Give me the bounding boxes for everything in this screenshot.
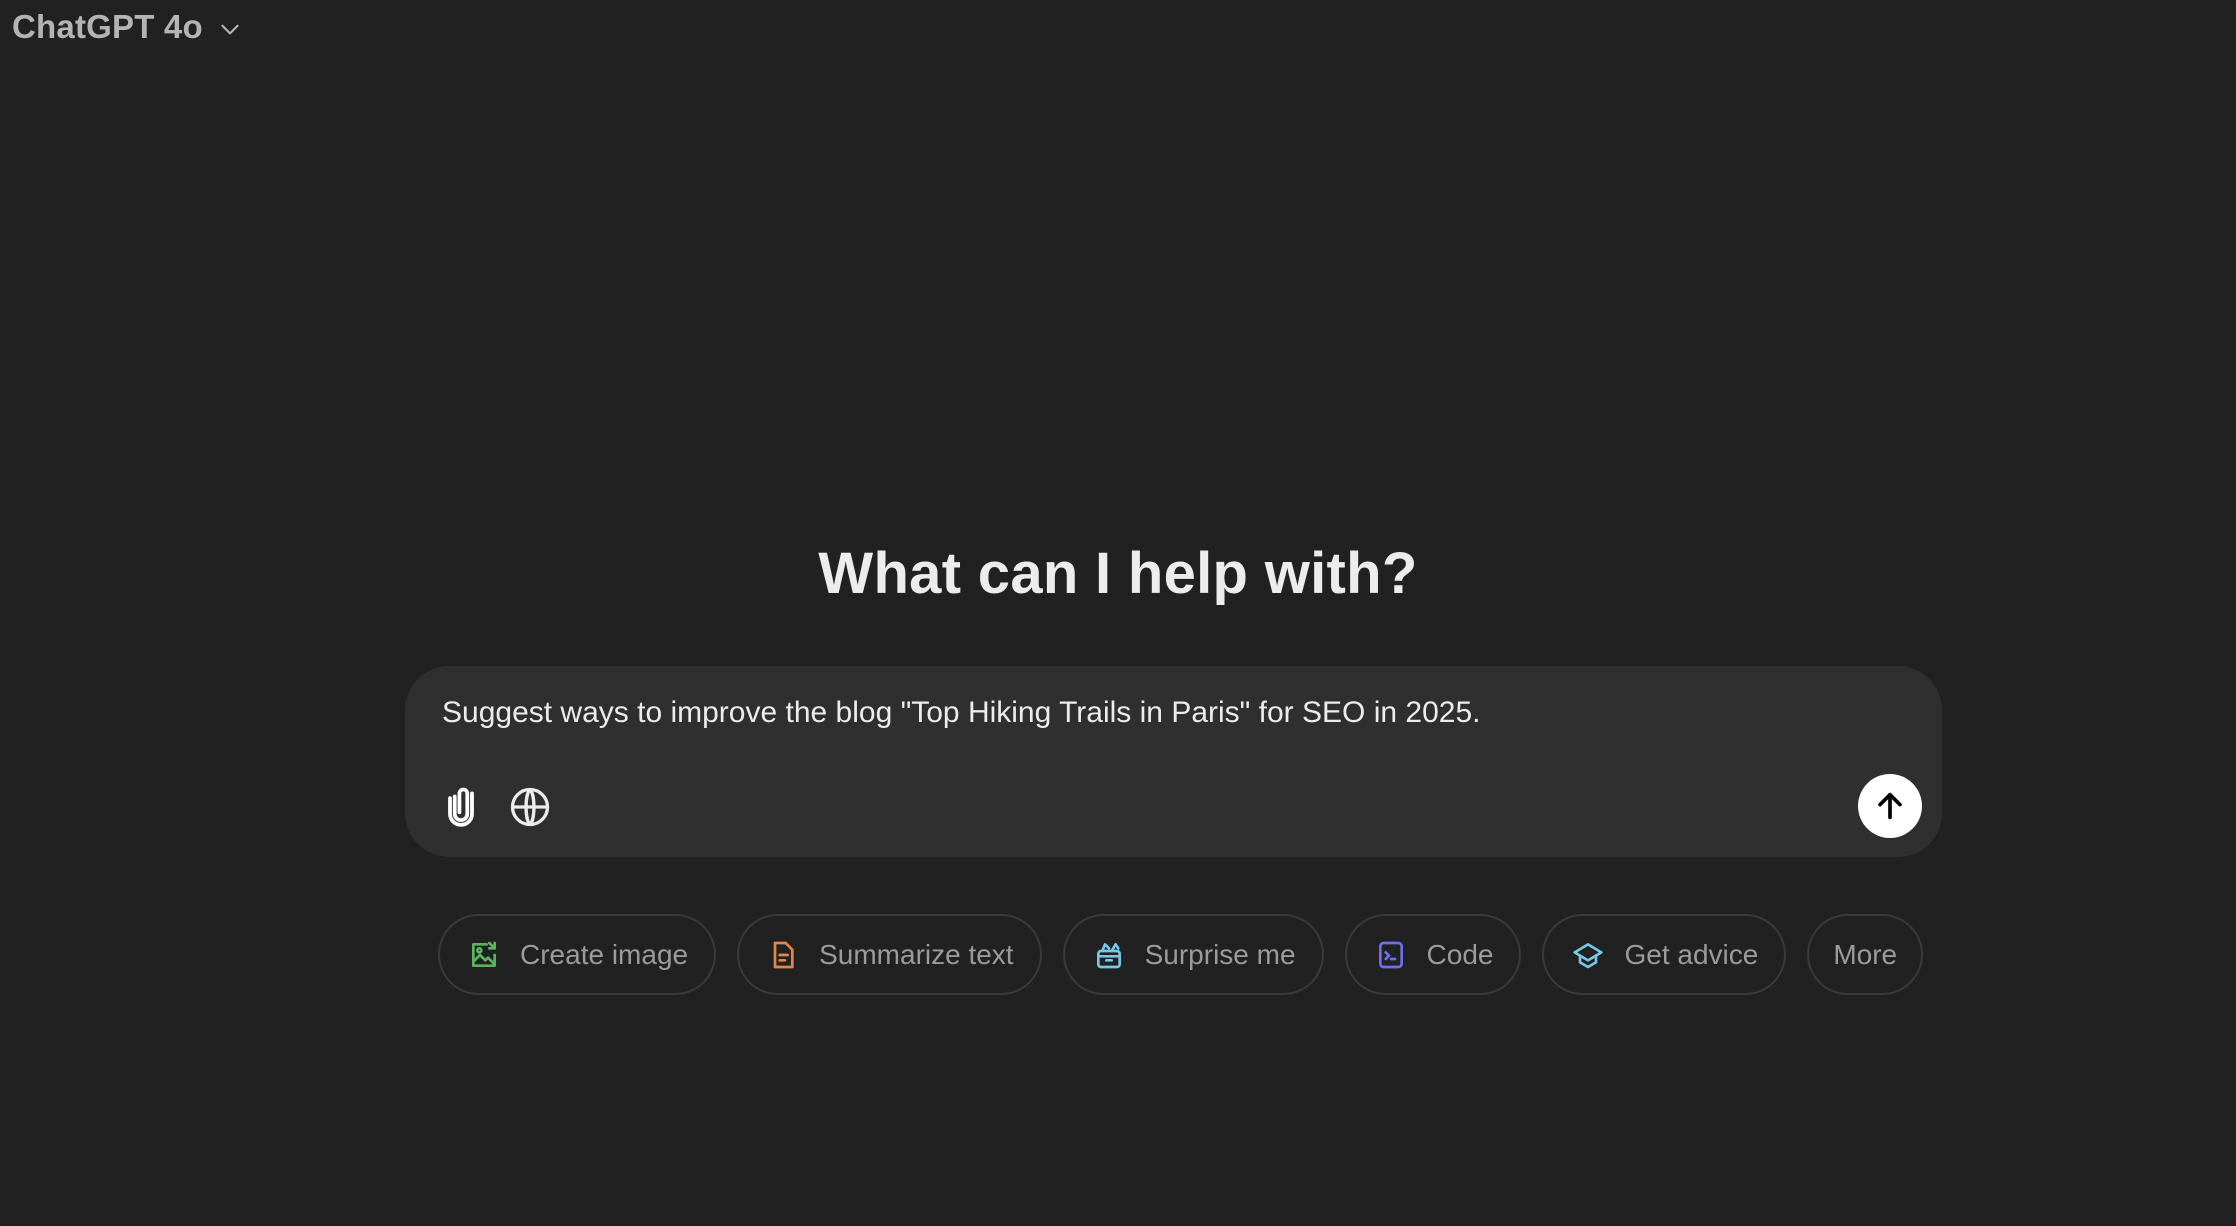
arrow-up-icon [1878,792,1902,820]
summarize-text-button[interactable]: Summarize text [737,914,1042,995]
model-name: ChatGPT 4o [12,8,203,45]
surprise-me-button[interactable]: Surprise me [1062,914,1324,995]
create-image-button[interactable]: Create image [438,914,717,995]
document-icon [773,941,794,968]
surprise-me-label: Surprise me [1144,938,1296,970]
composer: Suggest ways to improve the blog "Top Hi… [405,666,1942,857]
attach-button[interactable] [439,784,483,828]
more-label: More [1833,938,1898,970]
more-button[interactable]: More [1807,914,1924,995]
code-label: Code [1426,938,1494,970]
get-advice-button[interactable]: Get advice [1542,914,1787,995]
get-advice-label: Get advice [1624,938,1759,970]
send-button[interactable] [1858,774,1922,838]
prompt-input[interactable]: Suggest ways to improve the blog "Top Hi… [442,696,1902,730]
globe-icon [510,787,550,827]
gift-box-icon [1096,942,1121,968]
model-selector[interactable]: ChatGPT 4o [12,6,243,48]
page-title: What can I help with? [818,541,1418,606]
summarize-text-label: Summarize text [819,938,1014,970]
paperclip-icon [448,787,474,827]
chevron-down-icon [221,24,239,35]
create-image-label: Create image [520,938,689,970]
terminal-icon [1378,941,1403,968]
code-button[interactable]: Code [1344,914,1522,995]
web-search-button[interactable] [505,784,555,830]
image-icon [472,941,496,967]
suggestion-pills: Create image Summarize text Surprise me … [438,914,1924,995]
graduation-cap-icon [1573,942,1604,968]
